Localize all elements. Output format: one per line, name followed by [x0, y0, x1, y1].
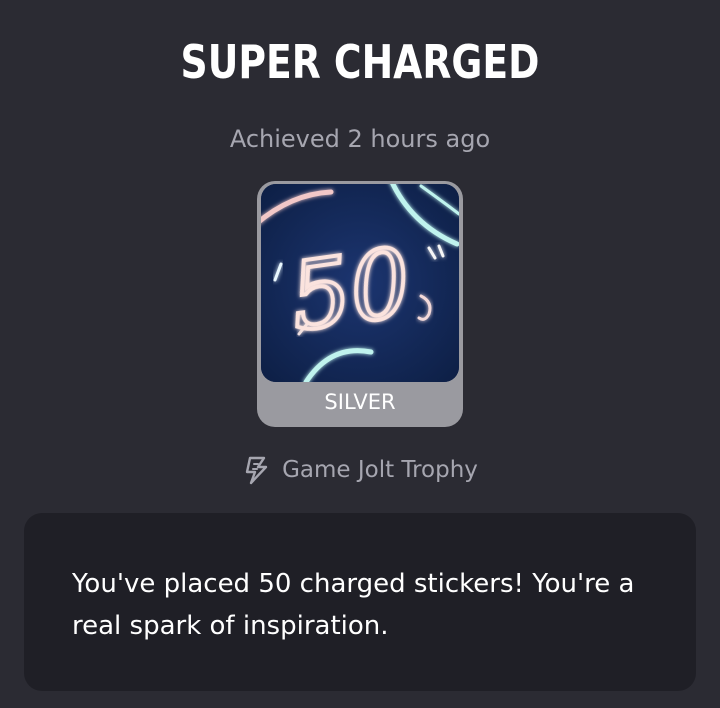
- lightning-bolt-icon: [245, 456, 268, 485]
- achieved-time: Achieved 2 hours ago: [229, 125, 491, 153]
- trophy-image: 50: [261, 184, 459, 382]
- trophy-source-text: Game Jolt Trophy: [282, 457, 478, 483]
- trophy-image-number: 50: [284, 228, 418, 353]
- trophy-card: 50 SILVER: [257, 181, 463, 427]
- trophy-title: SUPER CHARGED: [180, 35, 540, 89]
- trophy-description: You've placed 50 charged stickers! You'r…: [72, 569, 635, 641]
- trophy-source-row: Game Jolt Trophy: [0, 452, 720, 488]
- trophy-tier-label: SILVER: [324, 390, 396, 414]
- description-card: You've placed 50 charged stickers! You'r…: [24, 513, 696, 691]
